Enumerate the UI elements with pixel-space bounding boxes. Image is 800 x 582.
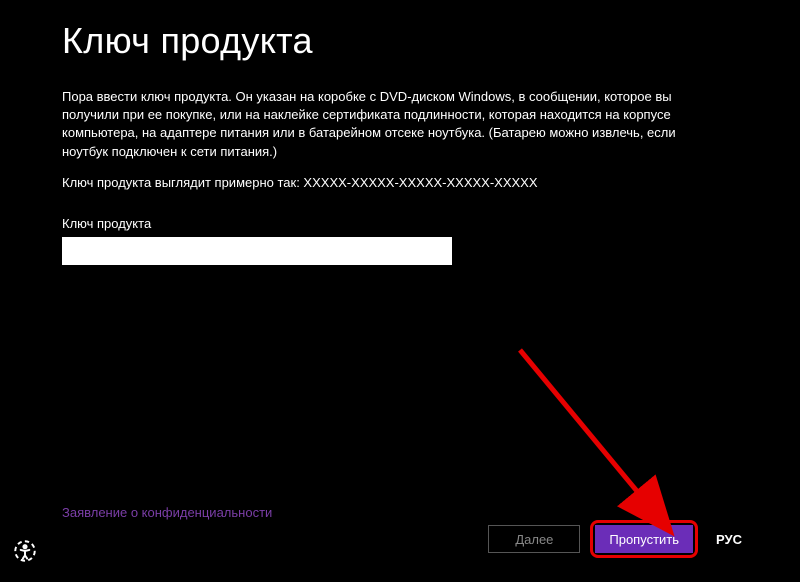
product-key-example: Ключ продукта выглядит примерно так: XXX… [62,175,740,190]
skip-button[interactable]: Пропустить [595,525,693,553]
product-key-input[interactable] [62,237,452,265]
ease-of-access-icon[interactable] [12,538,38,564]
product-key-label: Ключ продукта [62,216,740,231]
description-text: Пора ввести ключ продукта. Он указан на … [62,88,712,161]
next-button[interactable]: Далее [488,525,580,553]
language-indicator[interactable]: РУС [716,532,742,547]
privacy-statement-link[interactable]: Заявление о конфиденциальности [62,505,272,520]
annotation-arrow [510,340,690,550]
skip-button-highlight: Пропустить [590,520,698,558]
page-title: Ключ продукта [62,20,740,62]
